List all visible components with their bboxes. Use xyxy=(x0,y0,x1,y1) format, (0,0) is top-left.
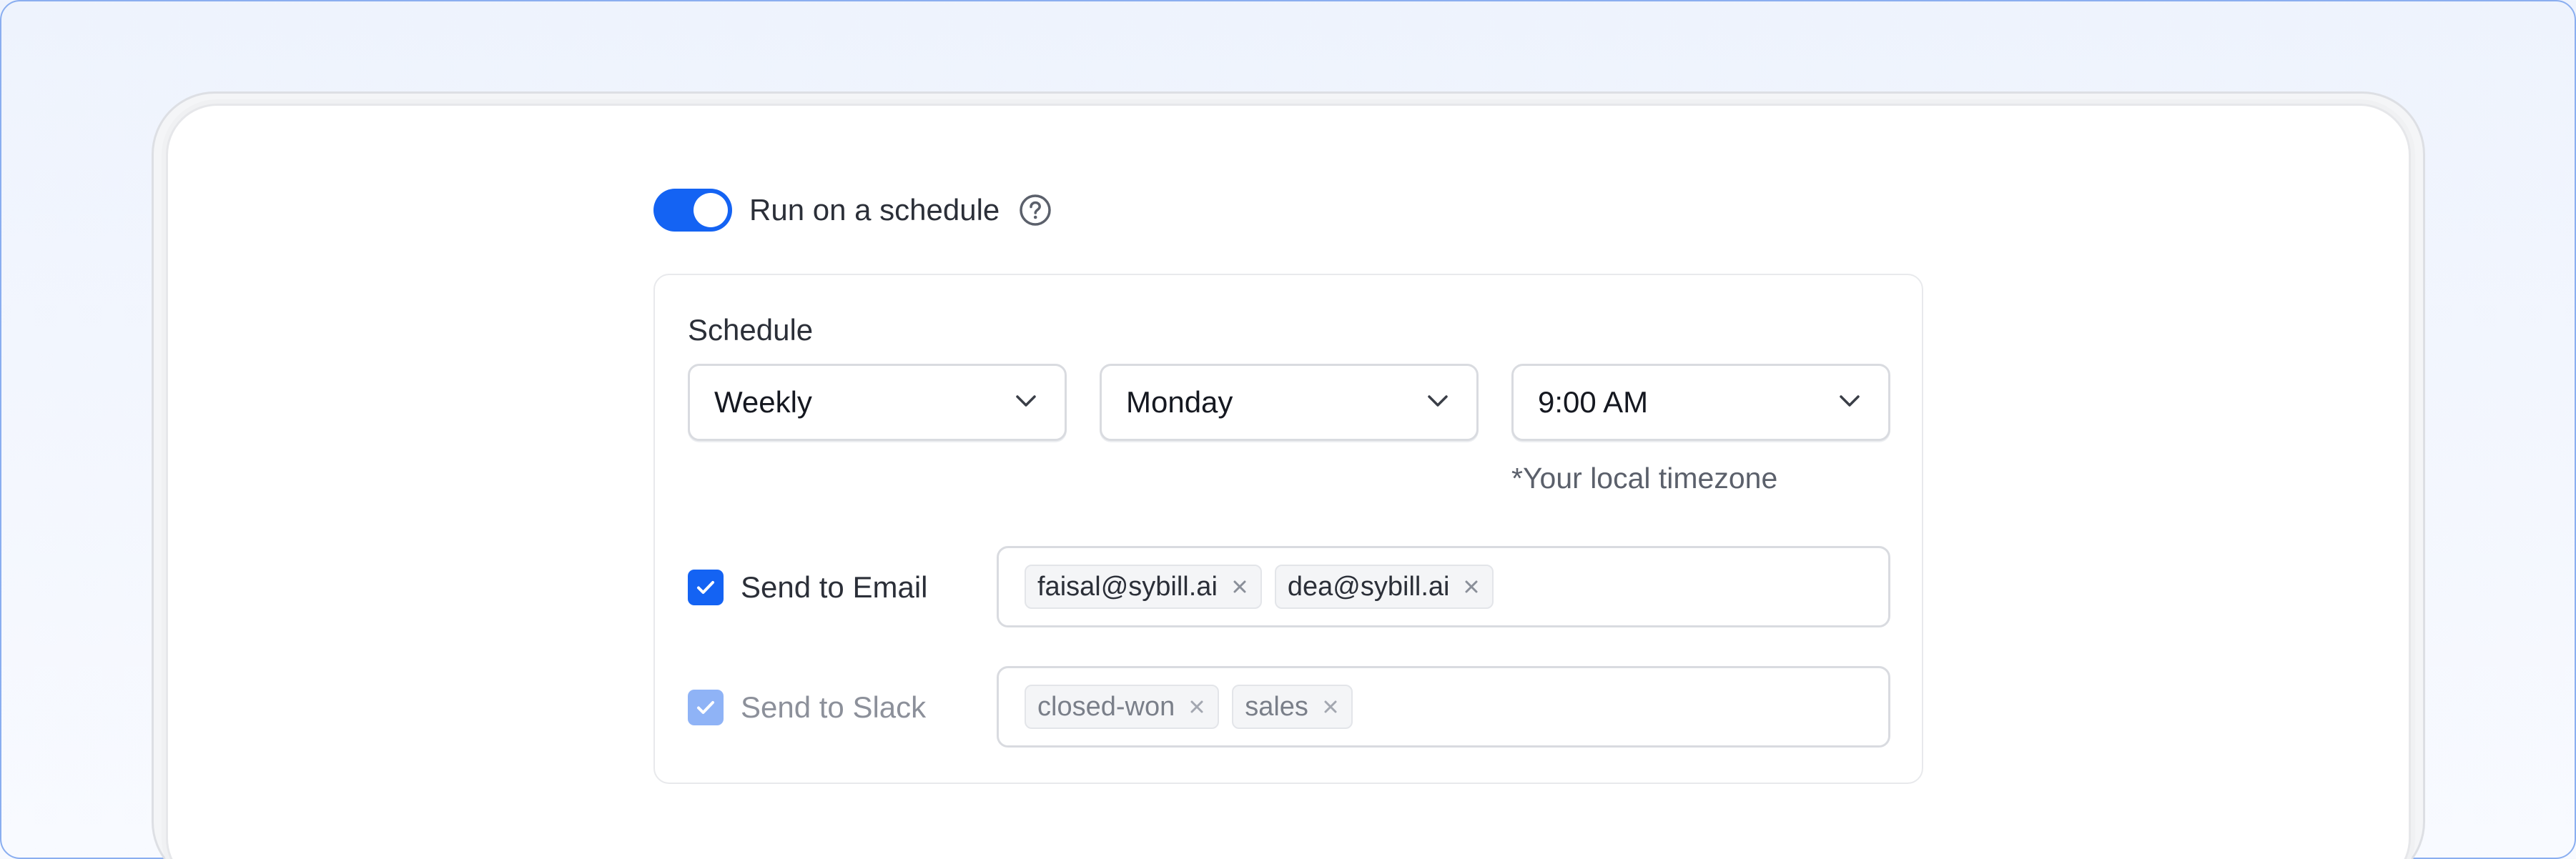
slack-checkbox[interactable] xyxy=(688,690,724,725)
close-icon[interactable] xyxy=(1321,697,1340,716)
schedule-toggle-label: Run on a schedule xyxy=(749,193,1000,227)
chevron-down-icon xyxy=(1012,387,1040,419)
recipient-chip: dea@sybill.ai xyxy=(1274,565,1494,609)
slack-option: Send to Slack xyxy=(688,687,926,728)
chip-label: closed-won xyxy=(1037,691,1175,722)
time-value: 9:00 AM xyxy=(1538,385,1649,419)
email-option-label: Send to Email xyxy=(741,570,928,604)
recipient-chip: faisal@sybill.ai xyxy=(1025,565,1262,609)
slack-option-label: Send to Slack xyxy=(741,690,927,724)
chip-label: sales xyxy=(1245,691,1308,722)
time-select[interactable]: 9:00 AM xyxy=(1511,364,1890,441)
toggle-knob xyxy=(694,193,728,227)
frequency-value: Weekly xyxy=(714,385,812,419)
schedule-toggle[interactable] xyxy=(653,189,732,232)
check-icon xyxy=(697,701,714,714)
day-select[interactable]: Monday xyxy=(1100,364,1479,441)
schedule-title: Schedule xyxy=(688,313,814,347)
email-option: Send to Email xyxy=(688,567,927,607)
schedule-toggle-row: Run on a schedule xyxy=(653,187,1052,233)
frequency-select[interactable]: Weekly xyxy=(688,364,1067,441)
question-circle-icon[interactable] xyxy=(1018,193,1052,227)
chevron-down-icon xyxy=(1423,387,1452,419)
chip-label: faisal@sybill.ai xyxy=(1037,571,1218,602)
close-icon[interactable] xyxy=(1230,577,1249,596)
close-icon[interactable] xyxy=(1188,697,1206,716)
slack-channels-field[interactable]: closed-won sales xyxy=(997,666,1890,748)
day-value: Monday xyxy=(1126,385,1233,419)
channel-chip: closed-won xyxy=(1025,685,1220,729)
channel-chip: sales xyxy=(1232,685,1353,729)
chevron-down-icon xyxy=(1835,387,1864,419)
chip-label: dea@sybill.ai xyxy=(1287,571,1450,602)
check-icon xyxy=(697,581,714,594)
timezone-note: *Your local timezone xyxy=(1511,462,1778,495)
close-icon[interactable] xyxy=(1462,577,1481,596)
email-checkbox[interactable] xyxy=(688,570,724,605)
email-recipients-field[interactable]: faisal@sybill.ai dea@sybill.ai xyxy=(997,546,1890,627)
